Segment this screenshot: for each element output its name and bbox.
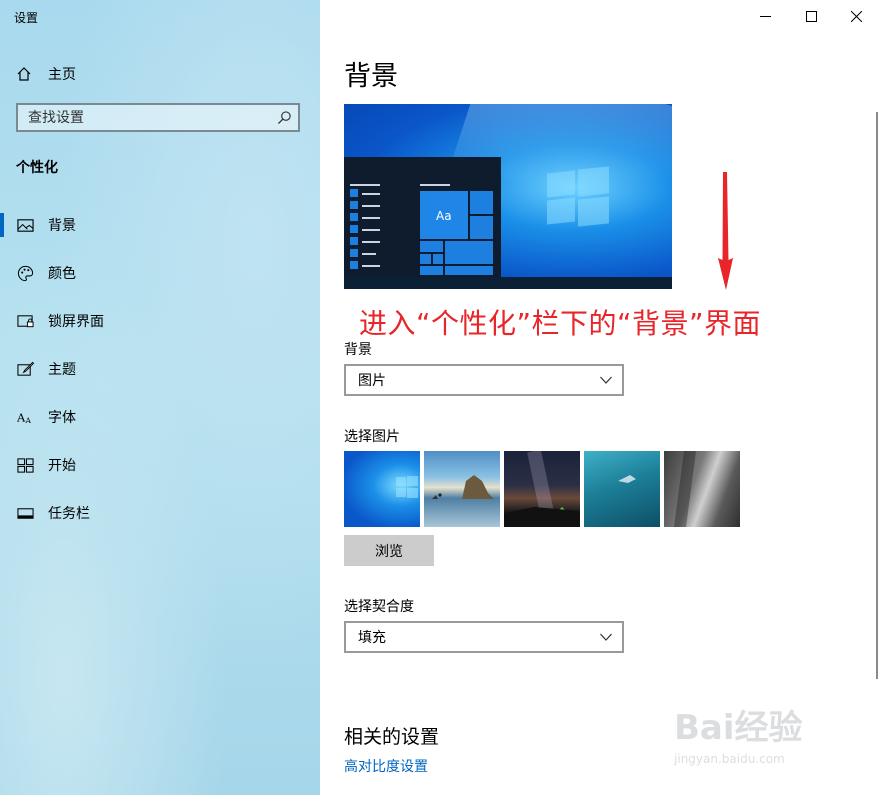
sidebar-item-colors[interactable]: 颜色: [0, 249, 320, 297]
lock-screen-icon: [16, 312, 34, 330]
preview-tile-text: Aa: [436, 209, 452, 223]
page-title: 背景: [344, 61, 398, 92]
section-title: 个性化: [16, 160, 58, 176]
sidebar-item-start[interactable]: 开始: [0, 441, 320, 489]
close-button[interactable]: [833, 0, 879, 32]
window-title: 设置: [14, 11, 39, 25]
annotation-text: 进入“个性化”栏下的“背景”界面: [359, 307, 762, 340]
start-menu-preview: Aa: [344, 157, 501, 277]
search-input[interactable]: [18, 105, 268, 130]
high-contrast-link[interactable]: 高对比度设置: [344, 756, 428, 776]
chevron-down-icon: [600, 376, 612, 384]
background-type-value: 图片: [358, 373, 386, 389]
maximize-button[interactable]: [788, 0, 834, 32]
sidebar-item-label: 锁屏界面: [48, 314, 104, 330]
sidebar-item-taskbar[interactable]: 任务栏: [0, 489, 320, 537]
sidebar-item-label: 背景: [48, 218, 76, 234]
home-icon: [17, 67, 31, 81]
font-icon: AA: [16, 408, 34, 426]
minimize-button[interactable]: [742, 0, 788, 32]
sidebar: 设置 主页 个性化 背景 颜色 锁屏界面 主题 AA 字体: [0, 0, 320, 795]
browse-button[interactable]: 浏览: [344, 535, 434, 566]
fit-value: 填充: [358, 630, 386, 646]
minimize-icon: [759, 15, 771, 17]
background-type-dropdown[interactable]: 图片: [344, 364, 624, 396]
swimmer-icon: [618, 475, 636, 483]
cliff-icon: [674, 451, 696, 527]
home-label: 主页: [48, 67, 76, 83]
choose-picture-label: 选择图片: [344, 429, 400, 445]
nav-list: 背景 颜色 锁屏界面 主题 AA 字体 开始 任务栏: [0, 201, 320, 537]
background-label: 背景: [344, 342, 372, 358]
search-box[interactable]: [16, 103, 300, 132]
thumbnail-rock-cliff[interactable]: [664, 451, 740, 527]
image-icon: [16, 216, 34, 234]
taskbar-icon: [16, 504, 34, 522]
sidebar-item-lock-screen[interactable]: 锁屏界面: [0, 297, 320, 345]
rock-landscape-icon: [432, 475, 494, 499]
close-icon: [850, 10, 862, 22]
sidebar-item-themes[interactable]: 主题: [0, 345, 320, 393]
background-preview: Aa: [344, 104, 672, 289]
thumbnail-windows-hero[interactable]: [344, 451, 420, 527]
theme-brush-icon: [16, 360, 34, 378]
sidebar-item-label: 主题: [48, 362, 76, 378]
thumbnail-beach-rocks[interactable]: [424, 451, 500, 527]
chevron-down-icon: [600, 633, 612, 641]
sidebar-item-label: 颜色: [48, 266, 76, 282]
search-icon[interactable]: [277, 110, 292, 125]
home-button[interactable]: 主页: [16, 62, 76, 86]
annotation-arrow-icon: [718, 172, 733, 290]
fit-label: 选择契合度: [344, 599, 414, 615]
thumbnail-night-sky[interactable]: [504, 451, 580, 527]
tent-landscape-icon: [504, 451, 580, 527]
watermark: Bai经验 jingyan.baidu.com: [672, 700, 872, 780]
maximize-icon: [805, 10, 817, 22]
palette-icon: [16, 264, 34, 282]
sidebar-item-fonts[interactable]: AA 字体: [0, 393, 320, 441]
svg-text:A: A: [24, 416, 31, 425]
related-settings-title: 相关的设置: [344, 726, 440, 748]
fit-dropdown[interactable]: 填充: [344, 621, 624, 653]
watermark-brand: Bai经验: [674, 708, 803, 748]
sidebar-item-label: 开始: [48, 458, 76, 474]
windows-logo-icon: [396, 476, 418, 498]
watermark-url: jingyan.baidu.com: [674, 752, 785, 766]
sidebar-item-background[interactable]: 背景: [0, 201, 320, 249]
scrollbar[interactable]: [876, 112, 878, 679]
thumbnail-underwater[interactable]: [584, 451, 660, 527]
sidebar-item-label: 字体: [48, 410, 76, 426]
start-grid-icon: [16, 456, 34, 474]
sidebar-item-label: 任务栏: [48, 506, 90, 522]
preview-taskbar: [344, 277, 672, 289]
windows-logo-icon: [547, 166, 609, 227]
